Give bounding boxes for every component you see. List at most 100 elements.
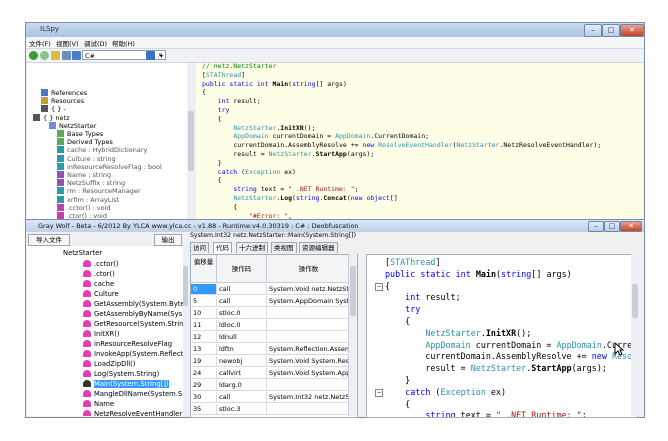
il-cell[interactable]: System.Void netz.NetzStar <box>267 284 351 295</box>
member-item[interactable]: GetAssembly(System.Byte <box>83 299 183 309</box>
il-cell[interactable] <box>267 380 351 391</box>
fold-toggle-icon[interactable]: − <box>375 388 383 397</box>
il-grid-scroll-thumb[interactable] <box>350 266 356 316</box>
code-scrollbar[interactable] <box>631 254 639 416</box>
maximize-icon[interactable]: □ <box>604 221 620 232</box>
member-item[interactable]: Name <box>83 399 114 409</box>
tab-code[interactable]: 代码 <box>213 242 232 253</box>
member-item[interactable]: .cctor() <box>83 259 119 269</box>
tree-node-icon <box>57 130 64 137</box>
tree-node-label: Resources <box>51 97 85 106</box>
decompiled-code-view[interactable]: // netz.NetzStarter [STAThread] public sta… <box>196 63 643 222</box>
tab-class-view[interactable]: 类视图 <box>271 242 297 253</box>
member-item[interactable]: LoadZipDll() <box>83 359 135 369</box>
il-cell[interactable]: 35 <box>191 404 217 415</box>
close-icon[interactable]: ✕ <box>620 24 644 37</box>
il-cell[interactable]: ldftn <box>217 344 267 355</box>
il-cell[interactable]: 12 <box>191 332 217 343</box>
il-column-header[interactable]: 操作码 <box>217 255 267 283</box>
member-item[interactable]: GetAssemblyByName(Sys <box>83 309 182 319</box>
menu-debug[interactable]: 调试(D) <box>84 38 107 48</box>
il-cell[interactable]: System.Void System.AppD <box>267 368 351 379</box>
member-item[interactable]: NetzResolveEventHandler <box>83 409 182 416</box>
il-cell[interactable] <box>267 404 351 415</box>
import-file-button[interactable]: 导入文件 <box>28 234 70 246</box>
il-cell[interactable]: 29 <box>191 380 217 391</box>
il-cell[interactable] <box>267 320 351 331</box>
il-cell[interactable] <box>267 308 351 319</box>
member-label: Main(System.String[]) <box>94 380 169 388</box>
member-item[interactable]: inResourceResolveFlag <box>83 339 172 349</box>
il-cell[interactable]: call <box>217 284 267 295</box>
il-cell[interactable]: System.Int32 netz.NetzStar <box>267 392 351 403</box>
member-item[interactable]: .ctor() <box>83 269 115 279</box>
il-cell[interactable]: ldloc.0 <box>217 320 267 331</box>
member-item[interactable]: InvokeApp(System.Reflect <box>83 349 183 359</box>
il-cell[interactable]: newobj <box>217 356 267 367</box>
menu-help[interactable]: 帮助(H) <box>112 38 135 48</box>
tree-node-icon <box>41 105 48 113</box>
il-cell[interactable]: stloc.0 <box>217 308 267 319</box>
tab-access[interactable]: 访问 <box>190 242 209 253</box>
ilspy-window: ILSpy – □ ✕ 文件(F) 视图(V) 调试(D) 帮助(H) C# ▾ … <box>25 22 645 224</box>
menu-view[interactable]: 视图(V) <box>56 38 79 48</box>
open-folder-icon[interactable] <box>51 51 60 60</box>
output-button[interactable]: 输出 <box>154 234 182 246</box>
maximize-icon[interactable]: □ <box>602 24 620 37</box>
member-item[interactable]: MangleDllName(System.S <box>83 389 182 399</box>
forward-icon[interactable] <box>40 51 49 60</box>
il-cell[interactable]: 30 <box>191 392 217 403</box>
il-cell[interactable]: stloc.3 <box>217 404 267 415</box>
il-cell[interactable]: callvirt <box>217 368 267 379</box>
il-cell[interactable]: ldnull <box>217 332 267 343</box>
close-icon[interactable]: ✕ <box>620 221 642 232</box>
il-column-header[interactable]: 操作数 <box>267 255 351 283</box>
graywolf-code-view[interactable]: [STAThread] public static int Main(string… <box>366 254 638 418</box>
navigate-icon[interactable] <box>146 51 155 60</box>
code-scroll-thumb[interactable] <box>632 284 638 318</box>
member-item[interactable]: Log(System.String) <box>83 369 159 379</box>
il-cell[interactable]: 13 <box>191 344 217 355</box>
menu-file[interactable]: 文件(F) <box>29 38 51 48</box>
member-item[interactable]: Main(System.String[]) <box>83 379 169 389</box>
tree-scrollbar[interactable] <box>187 63 195 222</box>
il-grid-scrollbar[interactable] <box>348 254 357 416</box>
il-cell[interactable]: System.Void System.Reso <box>267 356 351 367</box>
il-cell[interactable]: call <box>217 296 267 307</box>
member-item[interactable]: Culture <box>83 289 119 299</box>
il-cell[interactable]: 10 <box>191 308 217 319</box>
il-cell[interactable]: ldarg.0 <box>217 380 267 391</box>
member-item[interactable]: GetResource(System.Strin <box>83 319 183 329</box>
il-column-header[interactable]: 偏移量 <box>191 255 217 283</box>
il-cell[interactable]: 11 <box>191 320 217 331</box>
il-cell[interactable]: 0 <box>191 284 217 295</box>
il-cell[interactable]: call <box>217 392 267 403</box>
tab-resource-editor[interactable]: 资源编辑器 <box>299 242 338 253</box>
il-cell[interactable]: 19 <box>191 356 217 367</box>
member-item[interactable]: InitXR() <box>83 329 120 339</box>
search-icon[interactable]: ⌕ <box>158 50 162 60</box>
tree-scroll-thumb[interactable] <box>188 111 194 171</box>
view-toggle-icon[interactable] <box>72 51 81 60</box>
tree-node-icon <box>57 203 64 211</box>
tree-root[interactable]: NetzStarter <box>63 248 102 258</box>
type-tree-scrollbar[interactable] <box>183 246 189 416</box>
fold-toggle-icon[interactable]: − <box>375 282 383 291</box>
il-cell[interactable]: 24 <box>191 368 217 379</box>
code-line: public static int Main(string[] args) <box>385 268 572 279</box>
il-cell[interactable]: System.Reflection.Assem <box>267 344 351 355</box>
tab-hex[interactable]: 十六进制 <box>236 242 268 253</box>
il-cell[interactable] <box>267 332 351 343</box>
il-cell[interactable]: 5 <box>191 296 217 307</box>
type-tree-scroll-thumb[interactable] <box>183 266 188 306</box>
minimize-icon[interactable]: – <box>584 24 602 37</box>
minimize-icon[interactable]: – <box>588 221 604 232</box>
back-icon[interactable] <box>29 51 38 60</box>
tree-node-label: rm : ResourceManager <box>67 187 141 196</box>
member-icon <box>83 330 91 337</box>
il-cell[interactable]: System.AppDomain Syste <box>267 296 351 307</box>
member-label: InitXR() <box>94 330 120 338</box>
il-instruction-grid[interactable]: 偏移量 操作码 操作数 0 call System.Void netz.NetzStar 5… <box>190 254 358 418</box>
reload-icon[interactable] <box>62 51 71 60</box>
member-item[interactable]: cache <box>83 279 114 289</box>
